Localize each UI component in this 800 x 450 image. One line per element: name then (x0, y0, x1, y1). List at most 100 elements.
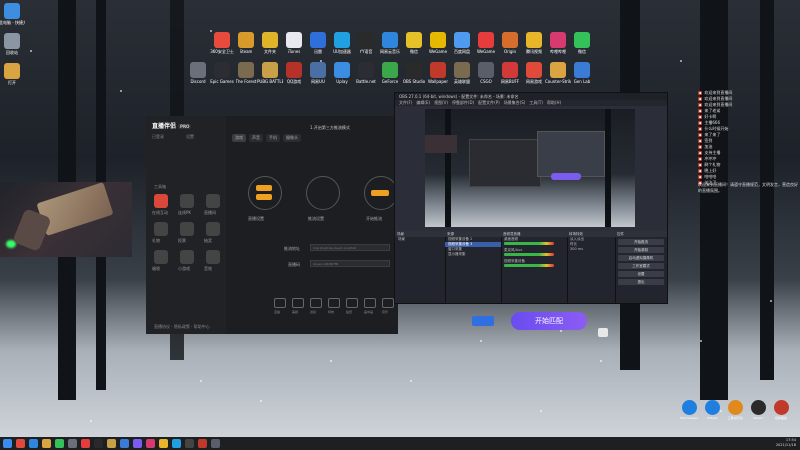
toolbox-tile[interactable] (206, 222, 220, 236)
desktop-icon[interactable]: 网易游戏 (523, 62, 545, 84)
taskbar-app-icon[interactable] (185, 439, 194, 448)
desktop-icon[interactable]: Wallpaper (427, 62, 449, 84)
obs-menu-item[interactable]: 场景集合(S) (504, 100, 526, 105)
app-tab[interactable]: 声音 (249, 134, 263, 142)
desktop-icon[interactable]: QQ游戏 (283, 62, 305, 84)
taskbar-app-icon[interactable] (55, 439, 64, 448)
taskbar-app-icon[interactable] (133, 439, 142, 448)
desktop-icon[interactable]: Steam (235, 32, 257, 54)
obs-menu-item[interactable]: 文件(F) (399, 100, 412, 105)
volume-meter[interactable] (504, 242, 554, 245)
tray-app-icon[interactable] (774, 400, 789, 415)
toolbox-tile[interactable] (206, 250, 220, 264)
stream-key-input[interactable] (310, 260, 390, 267)
toolbar-icon[interactable] (310, 298, 322, 308)
desktop-icon[interactable]: Discord (187, 62, 209, 84)
obs-control-button[interactable]: 工作室模式 (618, 263, 664, 269)
push-url-input[interactable] (310, 244, 390, 251)
taskbar-app-icon[interactable] (42, 439, 51, 448)
obs-menu-item[interactable]: 编辑(E) (416, 100, 430, 105)
toolbox-tile[interactable] (206, 194, 220, 208)
obs-control-button[interactable]: 退出 (618, 279, 664, 285)
start-icon[interactable] (3, 439, 12, 448)
toolbox-tile[interactable] (154, 194, 168, 208)
obs-list-item[interactable]: 300 ms (567, 247, 615, 252)
app-tab[interactable]: 手机 (266, 134, 280, 142)
desktop-icon[interactable]: 此电脑 - 快捷方式 (0, 3, 25, 25)
taskbar-app-icon[interactable] (159, 439, 168, 448)
taskbar-app-icon[interactable] (172, 439, 181, 448)
desktop-icon[interactable]: 微信 (571, 32, 593, 54)
desktop-icon[interactable]: Uplay (331, 62, 353, 84)
volume-meter[interactable] (504, 253, 554, 256)
tray-app-icon[interactable] (705, 400, 720, 415)
desktop-icon[interactable]: 网易UU (307, 62, 329, 84)
desktop-icon[interactable]: Battle.net (355, 62, 377, 84)
desktop-icon[interactable]: 英雄联盟 (451, 62, 473, 84)
obs-control-button[interactable]: 设置 (618, 271, 664, 277)
desktop-icon[interactable]: 微信 (403, 32, 425, 54)
toolbar-icon[interactable] (346, 298, 358, 308)
obs-control-button[interactable]: 开始录制 (618, 247, 664, 253)
obs-menu-item[interactable]: 视图(V) (434, 100, 448, 105)
tray-app-icon[interactable] (728, 400, 743, 415)
toolbox-tile[interactable] (180, 222, 194, 236)
tray-app-icon[interactable] (682, 400, 697, 415)
desktop-icon[interactable]: 回收站 (1, 33, 23, 55)
desktop-icon[interactable]: 打开 (1, 63, 23, 85)
app-tab[interactable]: 摄像头 (283, 134, 301, 142)
desktop-icon[interactable]: 迅雷 (307, 32, 329, 54)
taskbar-app-icon[interactable] (68, 439, 77, 448)
desktop-icon[interactable]: 腾讯视频 (523, 32, 545, 54)
obs-list-item[interactable]: 显示器采集 (445, 252, 501, 257)
desktop-icon[interactable]: 网易BUFF (499, 62, 521, 84)
toolbar-icon[interactable] (274, 298, 286, 308)
taskbar-app-icon[interactable] (120, 439, 129, 448)
toolbox-tile[interactable] (154, 222, 168, 236)
toolbar-icon[interactable] (292, 298, 304, 308)
obs-menu-item[interactable]: 配置文件(P) (478, 100, 500, 105)
desktop-icon[interactable]: UU加速器 (331, 32, 353, 54)
obs-menu-item[interactable]: 停靠部件(D) (452, 100, 474, 105)
obs-menu-item[interactable]: 帮助(H) (547, 100, 561, 105)
taskbar-app-icon[interactable] (29, 439, 38, 448)
desktop-icon[interactable]: CSGO (475, 62, 497, 84)
toolbox-tile[interactable] (180, 194, 194, 208)
tray-app-icon[interactable] (751, 400, 766, 415)
toolbox-tile[interactable] (154, 250, 168, 264)
desktop-icon[interactable]: Gen Lab (571, 62, 593, 84)
desktop-icon[interactable]: iTunes (283, 32, 305, 54)
desktop-icon[interactable]: PUBG BATTLEGR (257, 62, 283, 84)
desktop-icon[interactable]: OBS Studio (403, 62, 425, 84)
taskbar-app-icon[interactable] (81, 439, 90, 448)
desktop-icon[interactable]: YY语音 (355, 32, 377, 54)
desktop-icon[interactable]: GeForce (379, 62, 401, 84)
login-link[interactable]: 已登录 (152, 134, 164, 140)
desktop-icon[interactable]: Origin (499, 32, 521, 54)
toolbar-icon[interactable] (328, 298, 340, 308)
app-tab[interactable]: 游戏 (232, 134, 246, 142)
taskbar-app-icon[interactable] (94, 439, 103, 448)
desktop-icon[interactable]: 文件夹 (259, 32, 281, 54)
desktop-icon[interactable]: 360安全卫士 (210, 32, 234, 54)
taskbar-app-icon[interactable] (211, 439, 220, 448)
desktop-icon[interactable]: Epic Games (210, 62, 234, 84)
taskbar-app-icon[interactable] (16, 439, 25, 448)
desktop-icon[interactable]: The Forest (235, 62, 257, 84)
obs-list-item[interactable]: 场景 (395, 237, 445, 242)
obs-menu-item[interactable]: 工具(T) (529, 100, 543, 105)
volume-meter[interactable] (504, 264, 554, 267)
confirm-button[interactable] (472, 316, 494, 326)
toolbar-icon[interactable] (382, 298, 394, 308)
toolbar-icon[interactable] (364, 298, 376, 308)
taskbar-app-icon[interactable] (107, 439, 116, 448)
desktop-icon[interactable]: 百度网盘 (451, 32, 473, 54)
message-icon[interactable] (598, 328, 608, 337)
desktop-icon[interactable]: WeGame (427, 32, 449, 54)
obs-control-button[interactable]: 开始推流 (618, 239, 664, 245)
desktop-icon[interactable]: WeGame (475, 32, 497, 54)
taskbar-clock[interactable]: 17:54 2021/11/18 (776, 438, 796, 448)
start-match-button[interactable]: 开始匹配 (511, 312, 587, 330)
taskbar-app-icon[interactable] (146, 439, 155, 448)
obs-control-button[interactable]: 启动虚拟摄像机 (618, 255, 664, 261)
